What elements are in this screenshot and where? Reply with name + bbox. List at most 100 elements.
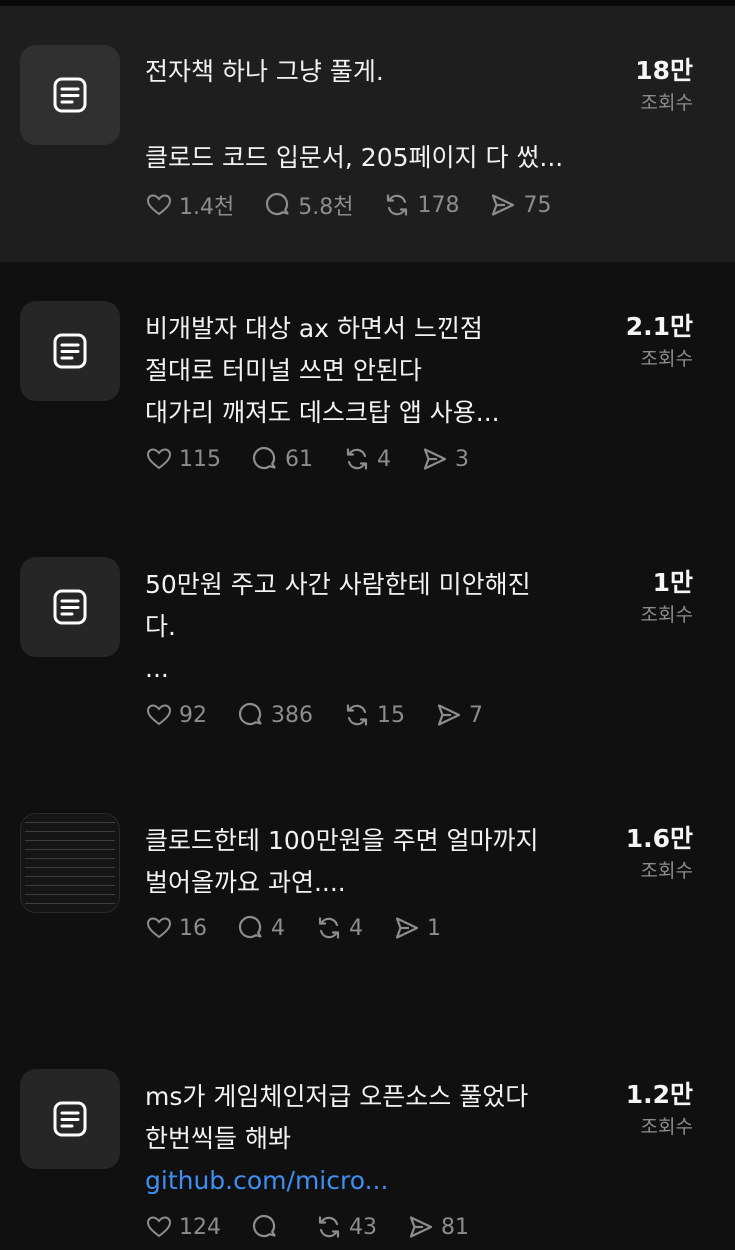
send-icon: [409, 1216, 433, 1238]
post-stats: 1.4천 5.8천 178 75: [145, 189, 581, 221]
view-count-label: 조회수: [640, 604, 693, 626]
repost-icon: [387, 194, 408, 216]
repost-button[interactable]: 4: [343, 445, 391, 473]
share-button[interactable]: 7: [435, 701, 483, 729]
repost-icon: [318, 1216, 340, 1238]
post-item[interactable]: 비개발자 대상 ax 하면서 느낀점 절대로 터미널 쓰면 안된다 대가리 깨져…: [0, 262, 735, 518]
post-item[interactable]: 50만원 주고 사간 사람한테 미안해진 다. ... 1만 조회수 92 38…: [0, 518, 735, 774]
like-count: 16: [179, 915, 207, 941]
view-count-label: 조회수: [640, 860, 693, 882]
send-icon: [395, 917, 419, 939]
view-count-label: 조회수: [640, 348, 693, 370]
view-count-label: 조회수: [640, 1116, 693, 1138]
share-count: 75: [523, 192, 552, 218]
reply-button[interactable]: [251, 1213, 285, 1241]
post-body[interactable]: ms가 게임체인저급 오픈소스 풀었다 한번씩들 해봐 github.com/m…: [145, 1076, 607, 1202]
send-icon: [492, 194, 515, 216]
like-count: 92: [179, 702, 207, 728]
reply-count: 386: [271, 702, 313, 728]
like-button[interactable]: 92: [145, 701, 207, 729]
repost-count: 4: [377, 446, 391, 472]
post-text-line: ...: [145, 654, 169, 683]
share-button[interactable]: 75: [489, 191, 551, 219]
post-item[interactable]: ms가 게임체인저급 오픈소스 풀었다 한번씩들 해봐 github.com/m…: [0, 1030, 735, 1250]
post-text-line: 대가리 깨져도 데스크탑 앱 사용...: [145, 398, 500, 427]
post-list: 전자책 하나 그냥 풀게. 클로드 코드 입문서, 205페이지 다 썼... …: [0, 6, 735, 1250]
view-count: 1.2만 조회수: [626, 1078, 693, 1142]
view-count-value: 1만: [652, 568, 693, 597]
post-thumbnail[interactable]: [20, 301, 120, 401]
view-count: 1만 조회수: [641, 566, 693, 630]
view-count-label: 조회수: [640, 92, 693, 114]
post-text-line: ms가 게임체인저급 오픈소스 풀었다: [145, 1082, 529, 1111]
repost-button[interactable]: 178: [383, 191, 459, 219]
post-text-line: 클로드 코드 입문서, 205페이지 다 썼...: [145, 143, 564, 172]
post-body[interactable]: 클로드한테 100만원을 주면 얼마까지 벌어올까요 과연....: [145, 820, 607, 904]
post-body[interactable]: 전자책 하나 그냥 풀게. 클로드 코드 입문서, 205페이지 다 썼...: [145, 50, 607, 179]
send-icon: [437, 704, 461, 726]
comment-icon: [253, 447, 276, 470]
post-stats: 115 61 4 3: [145, 445, 499, 473]
post-stats: 124 43 81: [145, 1213, 499, 1241]
reply-count: 4: [271, 915, 285, 941]
share-count: 3: [455, 446, 469, 472]
reply-button[interactable]: 61: [251, 445, 313, 473]
post-item[interactable]: 전자책 하나 그냥 풀게. 클로드 코드 입문서, 205페이지 다 썼... …: [0, 6, 735, 262]
share-button[interactable]: 1: [393, 914, 441, 942]
view-count-value: 18만: [635, 56, 693, 85]
post-body[interactable]: 비개발자 대상 ax 하면서 느낀점 절대로 터미널 쓰면 안된다 대가리 깨져…: [145, 308, 607, 434]
reply-count: 5.8천: [298, 195, 354, 220]
post-stats: 92 386 15 7: [145, 701, 513, 729]
post-link[interactable]: github.com/micro...: [145, 1160, 607, 1202]
comment-icon: [239, 703, 262, 726]
post-text-line: 절대로 터미널 쓰면 안된다: [145, 356, 422, 385]
heart-icon: [146, 704, 172, 726]
view-count-value: 1.2만: [625, 1080, 693, 1109]
heart-icon: [146, 917, 172, 939]
document-icon: [53, 333, 87, 369]
repost-icon: [346, 704, 368, 726]
post-body[interactable]: 50만원 주고 사간 사람한테 미안해진 다. ...: [145, 564, 607, 690]
view-count-value: 2.1만: [625, 312, 693, 341]
reply-count: 61: [285, 446, 313, 472]
like-button[interactable]: 16: [145, 914, 207, 942]
heart-icon: [146, 1216, 172, 1238]
share-button[interactable]: 3: [421, 445, 469, 473]
post-text-line: 전자책 하나 그냥 풀게.: [145, 57, 384, 86]
like-button[interactable]: 115: [145, 445, 221, 473]
repost-button[interactable]: 15: [343, 701, 405, 729]
post-item[interactable]: 클로드한테 100만원을 주면 얼마까지 벌어올까요 과연.... 1.6만 조…: [0, 774, 735, 1030]
comment-icon: [239, 916, 262, 939]
like-count: 1.4천: [179, 195, 235, 220]
repost-icon: [346, 448, 368, 470]
repost-button[interactable]: 43: [315, 1213, 377, 1241]
post-text-line: 비개발자 대상 ax 하면서 느낀점: [145, 314, 483, 343]
like-button[interactable]: 1.4천: [145, 189, 234, 221]
post-text-line: 50만원 주고 사간 사람한테 미안해진: [145, 570, 531, 599]
post-image-thumbnail[interactable]: [20, 813, 120, 913]
post-thumbnail[interactable]: [20, 45, 120, 145]
reply-button[interactable]: 386: [237, 701, 313, 729]
view-count-value: 1.6만: [625, 824, 693, 853]
post-stats: 16 4 4 1: [145, 914, 471, 942]
post-thumbnail[interactable]: [20, 557, 120, 657]
heart-icon: [146, 194, 172, 216]
post-text-line: 클로드한테 100만원을 주면 얼마까지: [145, 826, 539, 855]
share-count: 1: [427, 915, 441, 941]
document-icon: [53, 77, 87, 113]
reply-button[interactable]: 4: [237, 914, 285, 942]
post-text-line: [145, 93, 607, 136]
repost-button[interactable]: 4: [315, 914, 363, 942]
send-icon: [423, 448, 447, 470]
document-icon: [53, 1101, 87, 1137]
share-button[interactable]: 81: [407, 1213, 469, 1241]
share-count: 7: [469, 702, 483, 728]
reply-button[interactable]: 5.8천: [264, 189, 353, 221]
view-count: 1.6만 조회수: [626, 822, 693, 886]
repost-count: 4: [349, 915, 363, 941]
like-button[interactable]: 124: [145, 1213, 221, 1241]
repost-icon: [318, 917, 340, 939]
view-count: 2.1만 조회수: [626, 310, 693, 374]
post-thumbnail[interactable]: [20, 1069, 120, 1169]
document-icon: [53, 589, 87, 625]
